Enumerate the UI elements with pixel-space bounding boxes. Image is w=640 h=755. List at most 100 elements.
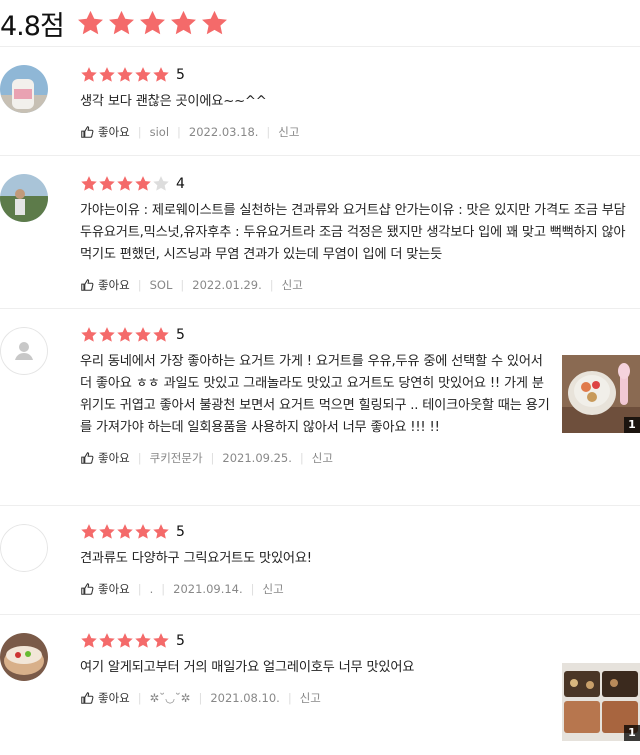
review-meta: 좋아요 | SOL | 2022.01.29. | 신고 [80, 276, 630, 294]
review-score: 5 [176, 633, 185, 649]
review-text: 견과류도 다양하구 그릭요거트도 맛있어요! [80, 551, 312, 566]
review-item: 5 생각 보다 괜찮은 곳이에요~~^^ 좋아요 | siol | 2022.03.… [0, 47, 640, 156]
star-icon [77, 10, 103, 34]
review-author: ✲˘◡˘✲ [149, 691, 191, 705]
star-filled-icon [81, 524, 97, 539]
like-label: 좋아요 [98, 278, 130, 292]
star-filled-icon [117, 176, 133, 191]
photo-count: 1 [624, 417, 640, 433]
star-icon [139, 10, 165, 34]
avatar-photo [0, 65, 48, 113]
like-button[interactable]: 좋아요 [80, 581, 130, 597]
like-label: 좋아요 [98, 582, 130, 596]
star-filled-icon [117, 633, 133, 648]
review-author: siol [149, 125, 170, 139]
like-label: 좋아요 [98, 125, 130, 139]
thumbs-up-icon [81, 583, 94, 595]
review-stars [80, 66, 170, 84]
star-empty-icon [153, 176, 169, 191]
star-filled-icon [81, 176, 97, 191]
review-author: . [149, 582, 154, 596]
avatar[interactable] [0, 65, 48, 113]
star-filled-icon [135, 327, 151, 342]
avatar-photo [0, 174, 48, 222]
thumbs-up-icon [81, 692, 94, 704]
review-date: 2021.09.14. [173, 582, 243, 596]
star-filled-icon [135, 67, 151, 82]
review-item: 5 여기 알게되고부터 거의 매일가요 얼그레이호두 너무 맛있어요 좋아요 |… [0, 615, 640, 755]
report-button[interactable]: 신고 [312, 450, 333, 466]
review-score: 5 [176, 327, 185, 343]
star-icon [170, 10, 196, 34]
review-date: 2022.03.18. [188, 125, 259, 139]
star-filled-icon [153, 633, 169, 648]
like-button[interactable]: 좋아요 [80, 277, 130, 293]
review-item: 5 견과류도 다양하구 그릭요거트도 맛있어요! 좋아요 |. | 2021.09… [0, 506, 640, 615]
like-button[interactable]: 좋아요 [80, 690, 130, 706]
review-stars [80, 632, 170, 650]
star-filled-icon [99, 327, 115, 342]
average-stars [76, 9, 229, 38]
avatar[interactable] [0, 633, 48, 681]
avatar-photo [0, 633, 48, 681]
review-text: 여기 알게되고부터 거의 매일가요 얼그레이호두 너무 맛있어요 [80, 660, 415, 675]
star-icon [201, 10, 227, 34]
review-score: 5 [176, 67, 185, 83]
star-filled-icon [99, 524, 115, 539]
photo-count: 1 [624, 725, 640, 741]
star-filled-icon [81, 327, 97, 342]
review-text: 가야는이유 : 제로웨이스트를 실천하는 견과류와 요거트샵 안가는이유 : 맛… [80, 203, 626, 262]
star-filled-icon [135, 633, 151, 648]
review-item: 4 가야는이유 : 제로웨이스트를 실천하는 견과류와 요거트샵 안가는이유 :… [0, 156, 640, 309]
thumbs-up-icon [81, 452, 94, 464]
review-meta: 좋아요 |. | 2021.09.14. | 신고 [80, 580, 630, 598]
avatar[interactable] [0, 524, 48, 572]
like-button[interactable]: 좋아요 [80, 450, 130, 466]
review-stars [80, 175, 170, 193]
like-label: 좋아요 [98, 451, 130, 465]
review-text: 생각 보다 괜찮은 곳이에요~~^^ [80, 94, 267, 109]
report-button[interactable]: 신고 [278, 124, 299, 140]
default-user-icon [0, 327, 48, 375]
star-filled-icon [81, 67, 97, 82]
star-filled-icon [117, 327, 133, 342]
star-filled-icon [135, 524, 151, 539]
review-photo[interactable]: 1 [562, 663, 640, 741]
thumbs-up-icon [81, 279, 94, 291]
review-text: 우리 동네에서 가장 좋아하는 요거트 가게 ! 요거트를 우유,두유 중에 선… [80, 354, 550, 435]
like-button[interactable]: 좋아요 [80, 124, 130, 140]
star-filled-icon [153, 327, 169, 342]
rating-summary: 4.8점 [0, 0, 640, 47]
avatar-blank [0, 524, 48, 572]
review-author: 쿠키전문가 [149, 451, 203, 465]
review-date: 2022.01.29. [192, 278, 262, 292]
star-filled-icon [99, 176, 115, 191]
avatar[interactable] [0, 174, 48, 222]
review-date: 2021.08.10. [210, 691, 280, 705]
star-filled-icon [117, 67, 133, 82]
review-date: 2021.09.25. [222, 451, 292, 465]
review-score: 5 [176, 524, 185, 540]
review-meta: 좋아요 | ✲˘◡˘✲ | 2021.08.10. | 신고 [80, 689, 552, 707]
review-meta: 좋아요 | siol | 2022.03.18. | 신고 [80, 123, 630, 141]
star-icon [108, 10, 134, 34]
star-filled-icon [153, 67, 169, 82]
review-meta: 좋아요 | 쿠키전문가 | 2021.09.25. | 신고 [80, 449, 552, 467]
report-button[interactable]: 신고 [300, 690, 321, 706]
star-filled-icon [99, 633, 115, 648]
review-score: 4 [176, 176, 185, 192]
thumbs-up-icon [81, 126, 94, 138]
star-filled-icon [153, 524, 169, 539]
report-button[interactable]: 신고 [263, 581, 284, 597]
star-filled-icon [99, 67, 115, 82]
avatar[interactable] [0, 327, 48, 375]
report-button[interactable]: 신고 [282, 277, 303, 293]
review-item: 5 우리 동네에서 가장 좋아하는 요거트 가게 ! 요거트를 우유,두유 중에… [0, 309, 640, 506]
review-author: SOL [149, 278, 173, 292]
review-photo[interactable]: 1 [562, 355, 640, 433]
star-filled-icon [81, 633, 97, 648]
review-stars [80, 523, 170, 541]
star-filled-icon [117, 524, 133, 539]
review-stars [80, 326, 170, 344]
star-filled-icon [135, 176, 151, 191]
